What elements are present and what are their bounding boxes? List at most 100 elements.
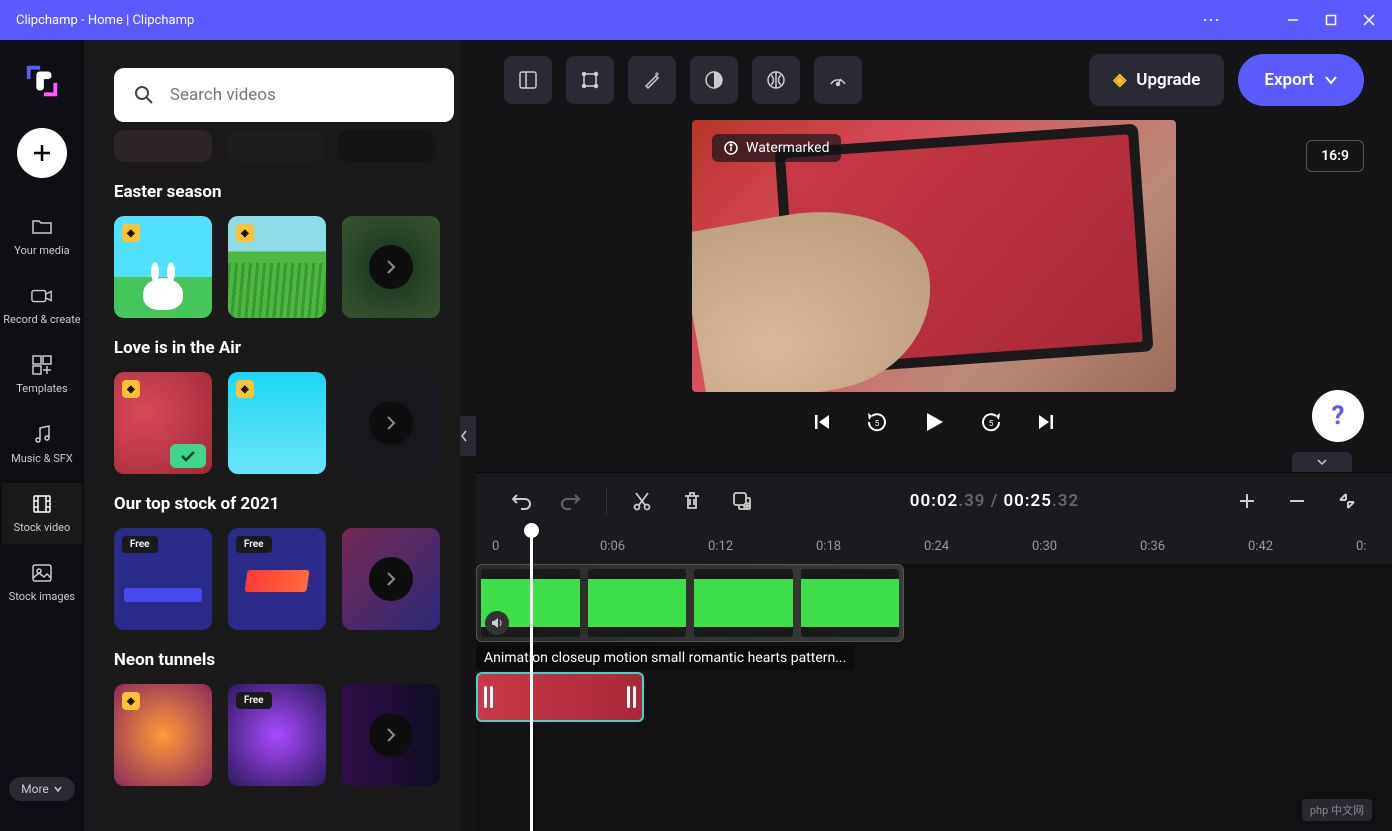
stock-thumb[interactable]: ◈ [228,216,326,318]
help-button[interactable]: ? [1312,390,1364,442]
crop-tool-button[interactable] [566,56,614,104]
ruler-tick: 0:36 [1140,539,1176,554]
skip-start-button[interactable] [813,413,831,431]
fit-timeline-button[interactable] [1326,480,1368,522]
upgrade-label: Upgrade [1136,70,1200,90]
titlebar: Clipchamp - Home | Clipchamp ⋯ [0,0,1392,40]
ruler-tick: 0:24 [924,539,960,554]
sidebar-item-label: Music & SFX [11,452,73,465]
zoom-in-button[interactable] [1226,480,1268,522]
watermark-badge: Watermarked [712,134,841,162]
more-button[interactable]: More [9,777,75,801]
sidebar-item-your-media[interactable]: Your media [2,206,82,267]
ruler-tick: 0:12 [708,539,744,554]
asset-browser: Easter season ◈ ◈ Love is in the Air ◈ ◈… [84,40,460,831]
add-button[interactable] [17,128,67,178]
panel-divider [460,40,476,831]
minimize-button[interactable] [1286,13,1300,27]
contrast-tool-button[interactable] [690,56,738,104]
free-badge: Free [236,692,272,709]
layout-tool-button[interactable] [504,56,552,104]
stock-thumb[interactable]: Free [114,528,212,630]
search-input[interactable] [114,68,454,122]
free-badge: Free [236,536,272,553]
clip-handle-left[interactable] [484,686,493,708]
sidebar-item-record[interactable]: Record & create [2,275,82,336]
timeline-clip-video[interactable] [476,564,904,642]
timeline-clip-overlay[interactable] [476,672,644,722]
ruler-tick: 0:30 [1032,539,1068,554]
premium-badge-icon: ◈ [122,380,140,398]
stock-thumb[interactable] [342,528,440,630]
split-button[interactable] [621,480,663,522]
sidebar-item-stock-video[interactable]: Stock video [2,483,82,544]
svg-text:5: 5 [989,419,994,428]
thumb-strip[interactable] [226,130,324,162]
timeline-ruler[interactable]: 0 0:06 0:12 0:18 0:24 0:30 0:36 0:42 0: [476,528,1392,564]
music-icon [31,424,53,446]
stock-thumb[interactable]: ◈ [228,372,326,474]
sidebar-item-templates[interactable]: Templates [2,344,82,405]
sidebar-item-music[interactable]: Music & SFX [2,414,82,475]
expand-timeline-button[interactable] [1292,452,1352,472]
upgrade-button[interactable]: ◈ Upgrade [1089,54,1224,106]
category-title: Neon tunnels [114,650,442,670]
redo-button[interactable] [550,480,592,522]
ruler-tick: 0 [492,539,528,554]
sidebar-item-label: Stock images [9,590,75,603]
stock-thumb[interactable]: ◈ [114,684,212,786]
sidebar-item-stock-images[interactable]: Stock images [2,552,82,613]
stock-thumb[interactable] [342,372,440,474]
side-rail: Your media Record & create Templates Mus… [0,40,84,831]
sidebar-item-label: Stock video [14,521,71,534]
export-label: Export [1264,70,1314,90]
ruler-tick: 0:18 [816,539,852,554]
stock-thumb[interactable]: Free [228,528,326,630]
premium-badge-icon: ◈ [122,224,140,242]
stock-thumb[interactable] [342,216,440,318]
timeline-tracks[interactable]: Animation closeup motion small romantic … [476,564,1392,831]
next-button[interactable] [369,557,413,601]
stock-thumb[interactable]: Free [228,684,326,786]
delete-button[interactable] [671,480,713,522]
more-icon[interactable]: ⋯ [1202,10,1222,31]
watermark-label: Watermarked [746,140,829,156]
category-title: Our top stock of 2021 [114,494,442,514]
zoom-out-button[interactable] [1276,480,1318,522]
stock-thumb[interactable]: ◈ [114,216,212,318]
search-field[interactable] [170,85,434,105]
speaker-icon [485,611,509,635]
close-button[interactable] [1362,13,1376,27]
export-button[interactable]: Export [1238,54,1364,106]
undo-button[interactable] [500,480,542,522]
rewind-5s-button[interactable]: 5 [865,410,889,434]
next-button[interactable] [369,713,413,757]
app-logo [21,60,63,102]
filter-tool-button[interactable] [752,56,800,104]
stock-thumb[interactable]: ◈ [114,372,212,474]
play-button[interactable] [923,411,945,433]
speed-tool-button[interactable] [814,56,862,104]
thumb-strip[interactable] [338,130,436,162]
premium-badge-icon: ◈ [122,692,140,710]
info-icon [724,141,738,155]
next-button[interactable] [369,245,413,289]
window-title: Clipchamp - Home | Clipchamp [16,13,1202,28]
premium-badge-icon: ◈ [236,380,254,398]
aspect-ratio-button[interactable]: 16:9 [1306,140,1364,172]
category-title: Easter season [114,182,442,202]
playhead[interactable] [530,528,533,831]
time-display: 00:02.39 / 00:25.32 [771,491,1218,511]
stock-thumb[interactable] [342,684,440,786]
clip-handle-right[interactable] [627,686,636,708]
duplicate-button[interactable] [721,480,763,522]
skip-end-button[interactable] [1037,413,1055,431]
camera-icon [31,285,53,307]
ruler-tick: 0: [1356,539,1392,554]
maximize-button[interactable] [1324,13,1338,27]
next-button[interactable] [369,401,413,445]
thumb-strip[interactable] [114,130,212,162]
effects-tool-button[interactable] [628,56,676,104]
video-preview[interactable]: Watermarked [692,120,1176,392]
forward-5s-button[interactable]: 5 [979,410,1003,434]
